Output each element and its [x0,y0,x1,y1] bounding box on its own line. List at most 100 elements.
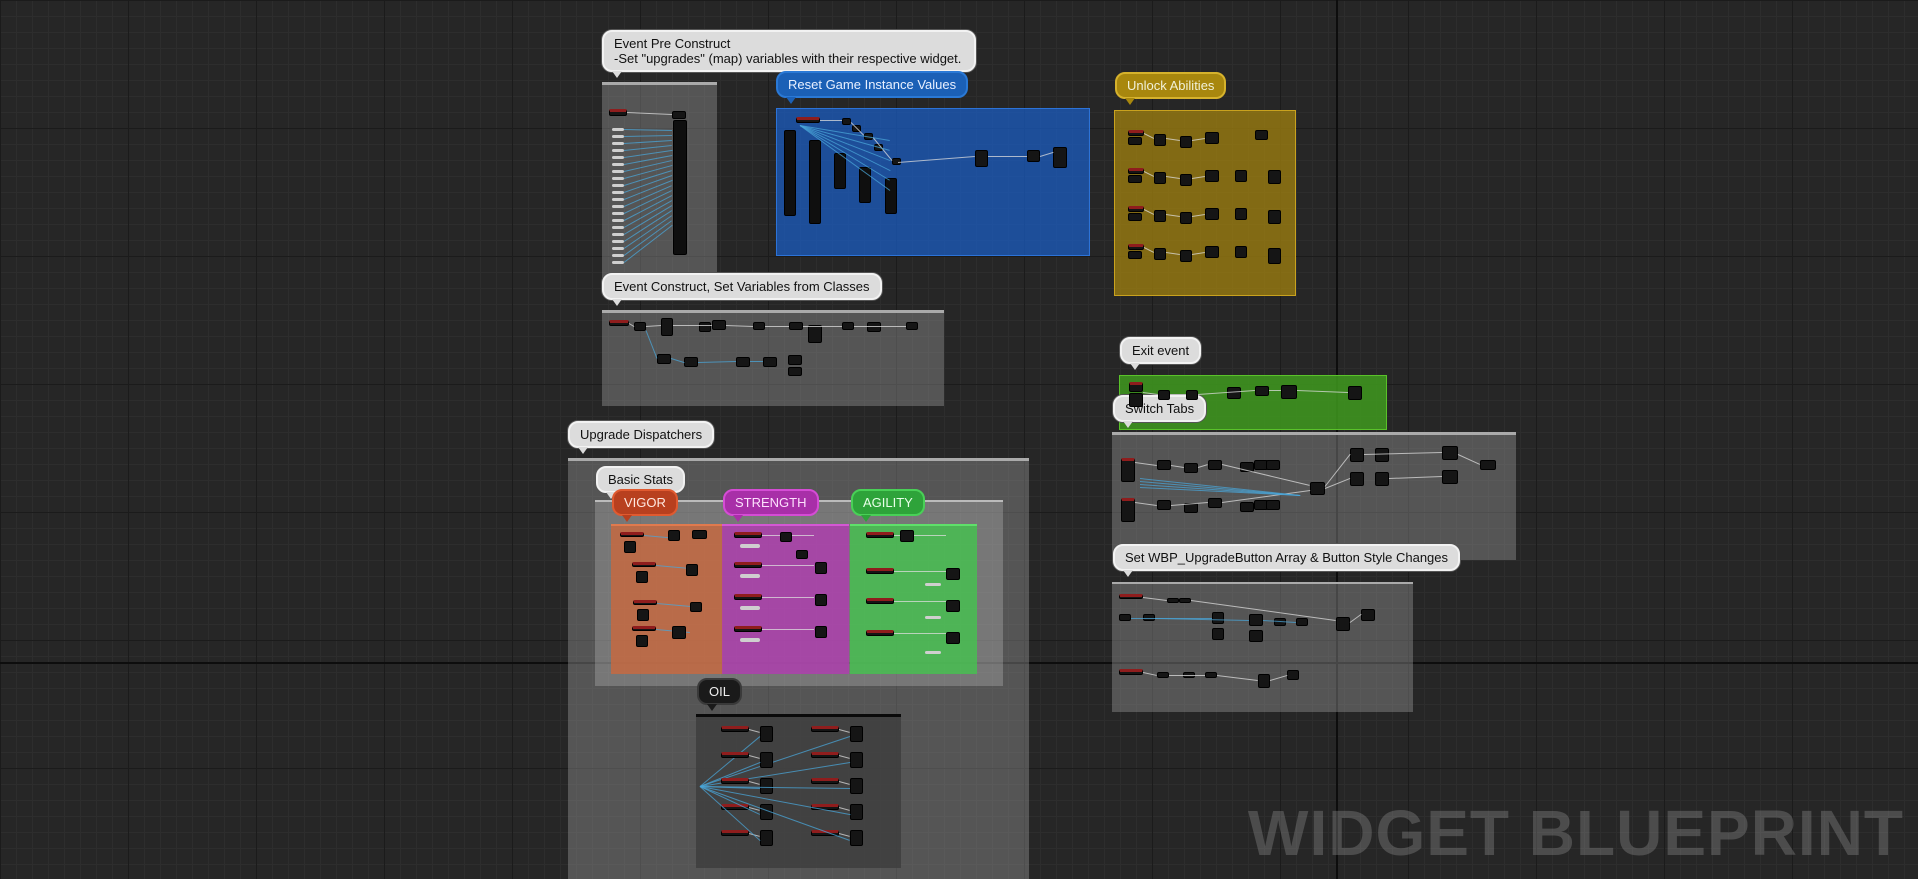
graph-node[interactable] [740,574,760,578]
graph-node[interactable] [946,568,960,580]
comment-bubble-upgrade-dispatchers[interactable]: Upgrade Dispatchers [568,421,715,454]
graph-node[interactable] [612,142,624,145]
graph-node[interactable] [612,219,624,222]
graph-node[interactable] [624,541,636,553]
graph-node[interactable] [633,600,657,605]
graph-node[interactable] [1266,460,1280,470]
graph-node[interactable] [1235,246,1247,258]
graph-node[interactable] [1180,174,1192,186]
graph-node[interactable] [780,532,792,542]
graph-node[interactable] [850,830,863,846]
graph-node[interactable] [1336,617,1350,631]
graph-node[interactable] [734,626,762,632]
comment-bubble-exit-event[interactable]: Exit event [1120,337,1202,370]
graph-node[interactable] [1240,502,1254,512]
graph-node[interactable] [637,609,649,621]
graph-node[interactable] [721,726,749,732]
graph-node[interactable] [1205,132,1219,144]
graph-node[interactable] [1158,390,1170,400]
graph-node[interactable] [612,149,624,152]
graph-node[interactable] [1212,628,1224,640]
graph-node[interactable] [1442,470,1458,484]
graph-node[interactable] [1208,498,1222,508]
graph-node[interactable] [740,606,760,610]
graph-node[interactable] [620,532,644,537]
graph-node[interactable] [612,233,624,236]
comment-bubble-reset-game-instance[interactable]: Reset Game Instance Values [776,71,969,104]
graph-node[interactable] [1179,598,1191,603]
graph-node[interactable] [1350,472,1364,486]
graph-node[interactable] [796,550,808,559]
graph-node[interactable] [612,191,624,194]
graph-node[interactable] [712,320,726,330]
graph-node[interactable] [612,198,624,201]
comment-bubble-set-upgrade-button[interactable]: Set WBP_UpgradeButton Array & Button Sty… [1113,544,1461,577]
graph-node[interactable] [925,616,941,619]
graph-node[interactable] [1205,208,1219,220]
graph-node[interactable] [850,804,863,820]
graph-node[interactable] [760,830,773,846]
comment-bubble-strength[interactable]: STRENGTH [723,489,819,522]
graph-node[interactable] [906,322,918,330]
graph-node[interactable] [1249,630,1263,642]
graph-node[interactable] [1205,246,1219,258]
graph-node[interactable] [1119,614,1131,621]
graph-node[interactable] [721,778,749,784]
comment-bubble-unlock-abilities[interactable]: Unlock Abilities [1115,72,1227,105]
graph-node[interactable] [686,564,698,576]
graph-node[interactable] [900,530,914,542]
graph-node[interactable] [632,626,656,631]
graph-node[interactable] [609,109,627,116]
graph-node[interactable] [1128,213,1142,221]
graph-node[interactable] [1258,674,1270,688]
graph-node[interactable] [784,130,796,216]
graph-node[interactable] [1266,500,1280,510]
graph-canvas[interactable]: Event Pre Construct -Set "upgrades" (map… [0,0,1918,879]
graph-node[interactable] [811,778,839,784]
graph-node[interactable] [636,635,648,647]
graph-node[interactable] [1157,672,1169,678]
graph-node[interactable] [866,532,894,538]
graph-node[interactable] [672,626,686,639]
graph-node[interactable] [1027,150,1040,162]
graph-node[interactable] [721,752,749,758]
graph-node[interactable] [946,632,960,644]
graph-node[interactable] [1154,248,1166,260]
graph-node[interactable] [808,325,822,343]
graph-node[interactable] [734,594,762,600]
graph-node[interactable] [842,322,854,330]
graph-node[interactable] [811,752,839,758]
graph-node[interactable] [885,178,897,214]
comment-bubble-vigor[interactable]: VIGOR [612,489,678,522]
graph-node[interactable] [740,638,760,642]
graph-node[interactable] [1180,212,1192,224]
graph-node[interactable] [763,357,777,367]
graph-node[interactable] [612,212,624,215]
graph-node[interactable] [925,651,941,654]
comment-bubble-event-pre-construct[interactable]: Event Pre Construct -Set "upgrades" (map… [602,30,976,78]
graph-node[interactable] [1180,136,1192,148]
graph-node[interactable] [1268,210,1281,224]
graph-node[interactable] [699,322,711,332]
graph-node[interactable] [612,170,624,173]
graph-node[interactable] [1268,248,1281,264]
graph-node[interactable] [789,322,803,330]
graph-node[interactable] [1184,463,1198,473]
graph-node[interactable] [1361,609,1375,621]
graph-node[interactable] [612,247,624,250]
graph-node[interactable] [1310,482,1325,495]
graph-node[interactable] [690,602,702,612]
graph-node[interactable] [661,318,673,336]
graph-node[interactable] [1480,460,1496,470]
graph-node[interactable] [612,226,624,229]
graph-node[interactable] [1121,498,1135,522]
graph-node[interactable] [867,322,881,332]
graph-node[interactable] [1212,612,1224,624]
graph-node[interactable] [1053,147,1067,168]
graph-node[interactable] [636,571,648,583]
graph-node[interactable] [788,367,802,376]
graph-node[interactable] [1128,244,1144,250]
graph-node[interactable] [1281,385,1297,399]
graph-node[interactable] [1255,130,1268,140]
graph-node[interactable] [1119,594,1143,599]
